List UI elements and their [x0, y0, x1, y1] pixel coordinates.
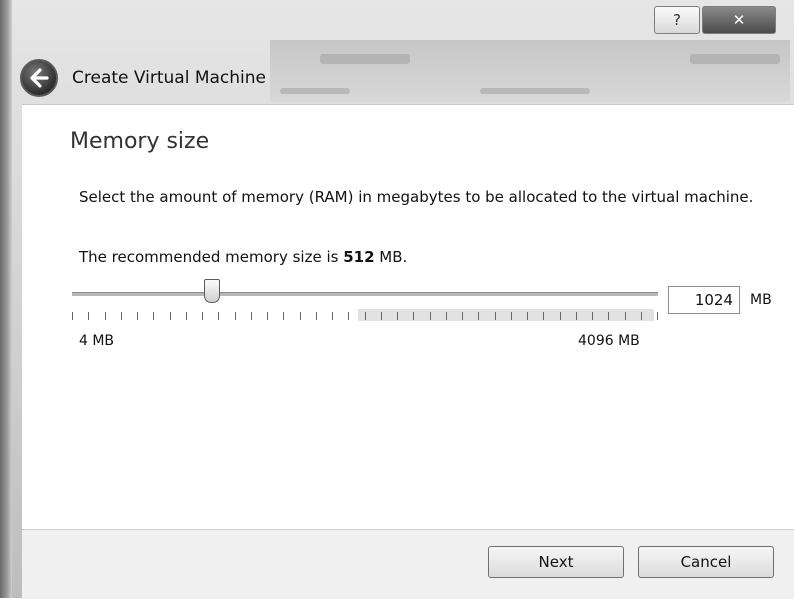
help-icon: ?	[673, 11, 681, 29]
slider-tick	[527, 312, 528, 320]
slider-tick	[120, 312, 122, 320]
slider-tick	[494, 312, 496, 320]
page-title: Memory size	[70, 129, 210, 154]
slider-tick	[462, 312, 463, 320]
slider-tick	[510, 312, 512, 320]
slider-thumb[interactable]	[204, 279, 220, 303]
slider-tick	[315, 312, 317, 320]
slider-tick	[380, 312, 382, 320]
slider-min-label: 4 MB	[79, 333, 115, 349]
background-window-blur	[270, 40, 790, 102]
slider-tick	[250, 312, 252, 320]
slider-tick	[608, 312, 610, 320]
content-panel: Memory size Select the amount of memory …	[22, 104, 794, 530]
wizard-footer: Next Cancel	[22, 529, 794, 599]
recommended-suffix: MB.	[374, 248, 408, 266]
close-icon: ✕	[732, 11, 746, 29]
blur-block	[690, 54, 780, 64]
slider-tick	[283, 312, 285, 320]
slider-tick	[169, 312, 171, 320]
slider-tick	[413, 312, 415, 320]
slider-tick	[218, 312, 220, 320]
slider-tick	[559, 312, 561, 320]
slider-tick	[397, 312, 398, 320]
next-button[interactable]: Next	[488, 546, 624, 578]
wizard-header: Create Virtual Machine	[20, 56, 266, 100]
slider-tick	[429, 312, 431, 320]
recommended-value: 512	[343, 248, 375, 266]
slider-tick	[624, 312, 626, 320]
slider-tick	[185, 312, 187, 320]
slider-tick	[88, 312, 90, 320]
help-button[interactable]: ?	[654, 6, 700, 34]
close-button[interactable]: ✕	[702, 6, 776, 34]
slider-tick	[575, 312, 577, 320]
slider-tick	[543, 312, 545, 320]
slider-tick	[348, 312, 350, 320]
blur-block	[320, 54, 410, 64]
recommended-prefix: The recommended memory size is	[79, 248, 344, 266]
slider-max-label: 4096 MB	[578, 333, 640, 349]
slider-tick	[72, 312, 73, 320]
slider-tick	[478, 312, 480, 320]
slider-tick	[657, 312, 658, 320]
slider-tick	[202, 312, 203, 320]
memory-description: Select the amount of memory (RAM) in meg…	[79, 188, 754, 206]
blur-block	[280, 88, 350, 94]
slider-tick	[153, 312, 155, 320]
window-title: Create Virtual Machine	[72, 68, 267, 88]
slider-tick	[445, 312, 447, 320]
slider-ticks	[72, 309, 658, 323]
window-left-edge	[0, 0, 12, 598]
slider-tick	[104, 312, 106, 320]
slider-tick	[640, 312, 642, 320]
slider-tick	[299, 312, 301, 320]
slider-tick	[267, 312, 268, 320]
slider-tick	[364, 312, 366, 320]
slider-tick	[592, 312, 593, 320]
back-arrow-icon	[30, 68, 49, 88]
caption-buttons: ? ✕	[654, 6, 776, 34]
blur-block	[480, 88, 590, 94]
memory-slider[interactable]	[72, 275, 658, 325]
memory-size-input[interactable]	[668, 286, 740, 314]
back-button[interactable]	[20, 59, 58, 97]
memory-unit-label: MB	[750, 292, 772, 308]
cancel-button[interactable]: Cancel	[638, 546, 774, 578]
slider-tick	[137, 312, 138, 320]
slider-track[interactable]	[72, 292, 658, 296]
slider-tick	[234, 312, 236, 320]
slider-tick	[332, 312, 333, 320]
recommended-memory-text: The recommended memory size is 512 MB.	[79, 248, 407, 266]
